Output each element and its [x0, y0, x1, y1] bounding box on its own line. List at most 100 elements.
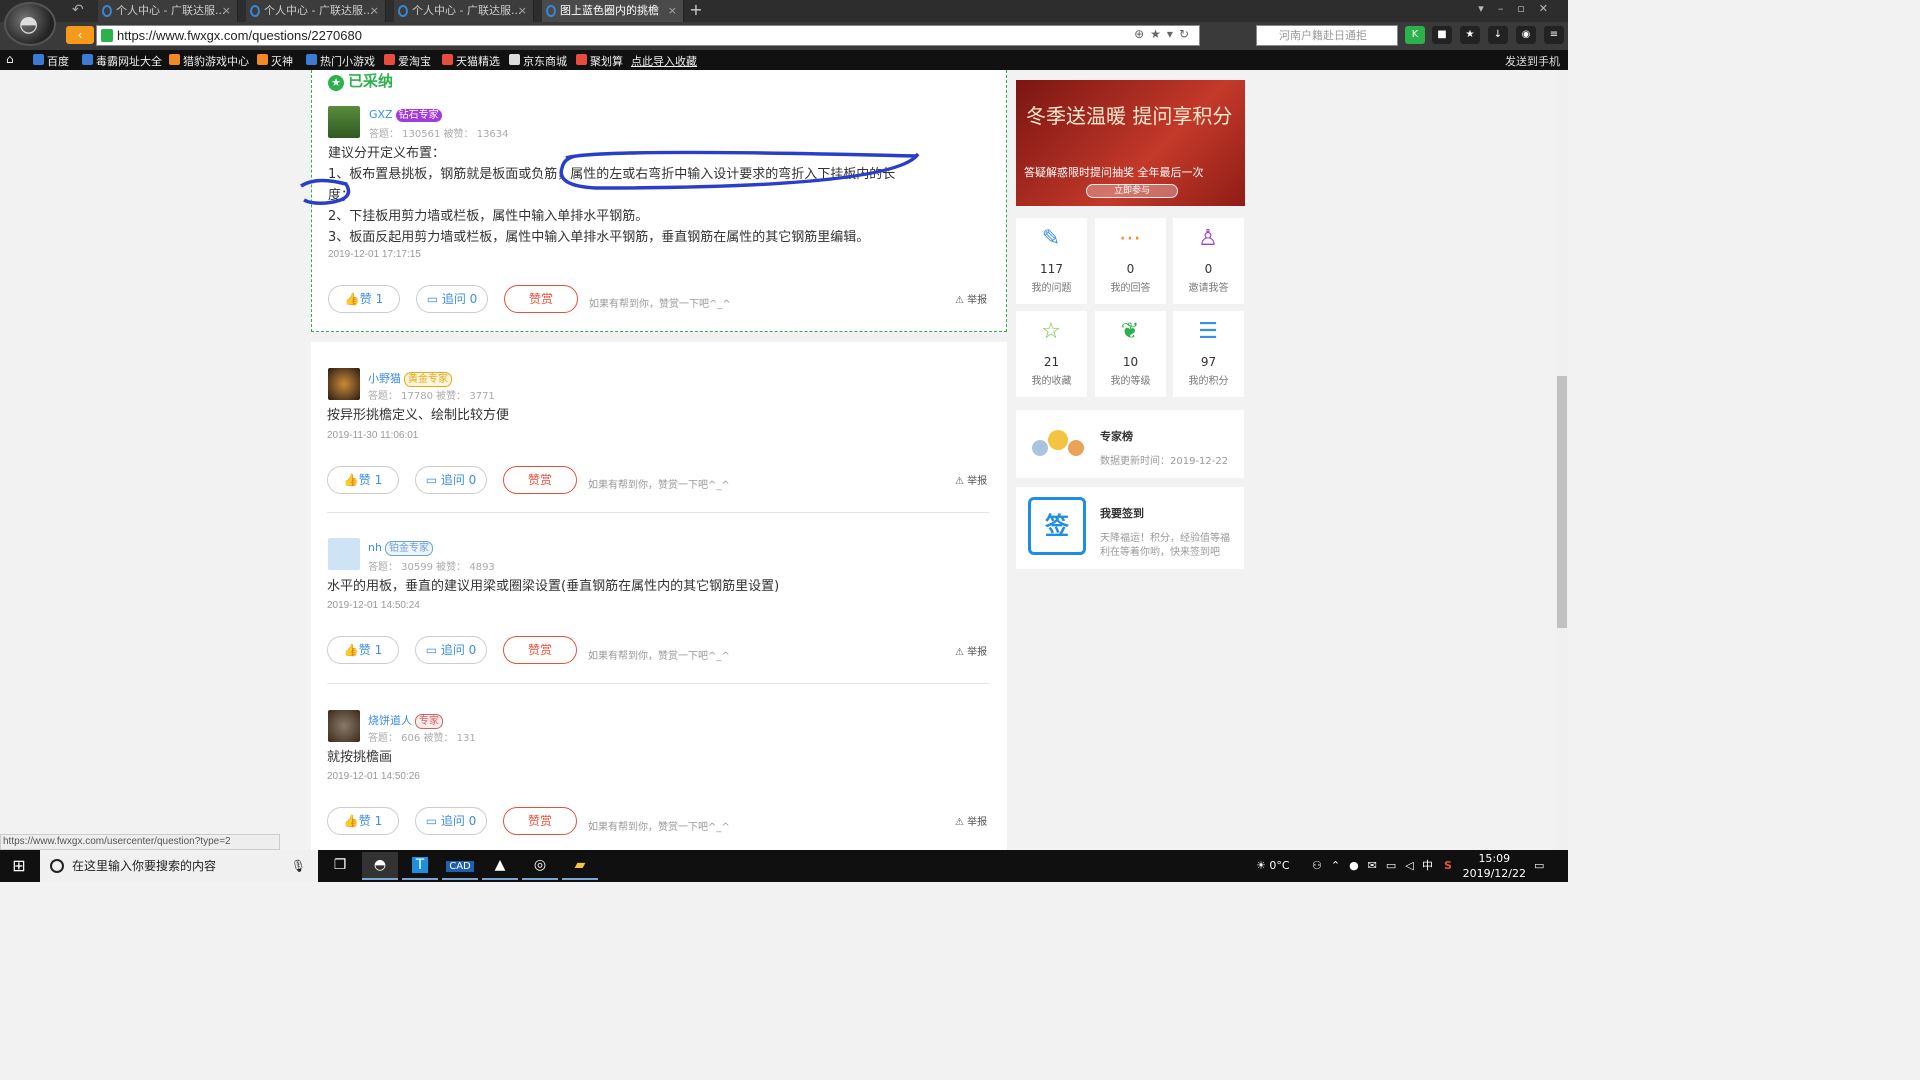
reward-button[interactable]: 赞赏: [503, 636, 577, 664]
bookmark-icon: [306, 54, 317, 65]
like-button[interactable]: 👍赞 1: [327, 466, 399, 494]
mic-icon[interactable]: 🎙: [291, 850, 306, 882]
followup-button[interactable]: ▭ 追问 0: [415, 466, 487, 494]
page-scrollbar[interactable]: [1556, 70, 1568, 850]
like-button[interactable]: 👍赞 1: [327, 636, 399, 664]
menu-icon[interactable]: ≡: [1544, 26, 1564, 44]
browser-tab-1[interactable]: 个人中心 - 广联达服... ×: [98, 0, 238, 22]
reward-button[interactable]: 赞赏: [503, 466, 577, 494]
bookmark-icon: [257, 54, 268, 65]
bookmark-item[interactable]: 聚划算: [576, 53, 623, 69]
home-icon[interactable]: ⌂: [6, 52, 14, 66]
window-controls[interactable]: ▾–▫✕: [1478, 2, 1562, 15]
photos-app-icon[interactable]: ▲: [482, 852, 518, 880]
sign-desc: 天降福运！积分，经验值等福: [1100, 533, 1230, 544]
bookmark-item[interactable]: 京东商城: [509, 53, 567, 69]
browser-tab-2[interactable]: 个人中心 - 广联达服... ×: [246, 0, 386, 22]
bookmark-item[interactable]: 百度: [33, 53, 69, 69]
answer-user[interactable]: 烧饼道人 专家: [368, 712, 443, 729]
bookmark-item[interactable]: 爱淘宝: [384, 53, 431, 69]
report-link[interactable]: ⚠ 举报: [955, 472, 987, 487]
answer-user[interactable]: nh 铂金专家: [368, 541, 433, 556]
stat-favorites[interactable]: ☆ 21 我的收藏: [1016, 311, 1087, 397]
new-tab-button[interactable]: +: [686, 0, 706, 22]
url-bar[interactable]: https://www.fwxgx.com/questions/2270680 …: [96, 25, 1200, 46]
avatar[interactable]: [328, 368, 360, 400]
game-app-icon[interactable]: ◎: [522, 852, 558, 880]
blue-annotation-circle: [300, 150, 920, 205]
back-button[interactable]: ‹: [66, 26, 94, 44]
report-link[interactable]: ⚠ 举报: [955, 643, 987, 658]
browser-app-icon[interactable]: ◓: [362, 852, 398, 880]
bookmark-item[interactable]: 热门小游戏: [306, 53, 375, 69]
stat-my-answers[interactable]: ⋯ 0 我的回答: [1095, 218, 1166, 304]
tab-close-icon[interactable]: ×: [668, 0, 677, 22]
avatar[interactable]: [328, 710, 360, 742]
game-icon[interactable]: ◉: [1516, 26, 1536, 44]
browser-tab-3[interactable]: 个人中心 - 广联达服... ×: [394, 0, 534, 22]
scrollbar-thumb[interactable]: [1557, 376, 1567, 628]
tab-close-icon[interactable]: ×: [222, 0, 231, 22]
ime-indicator[interactable]: 中: [1422, 850, 1433, 882]
tab-close-icon[interactable]: ×: [518, 0, 527, 22]
favorites-icon[interactable]: ★: [1460, 26, 1480, 44]
answer-date: 2019-12-01 14:50:24: [327, 600, 420, 611]
sogou-ime-icon[interactable]: S: [1444, 850, 1452, 882]
task-view-icon[interactable]: ❐: [322, 852, 358, 880]
kingsoft-icon[interactable]: K: [1405, 26, 1425, 44]
answer-user[interactable]: 小野猫 黄金专家: [368, 370, 452, 387]
tab-favicon-icon: [250, 5, 260, 17]
bookmark-icon: [384, 54, 395, 65]
reward-button[interactable]: 赞赏: [503, 807, 577, 835]
tab-close-icon[interactable]: ×: [370, 0, 379, 22]
promo-banner[interactable]: 冬季送温暖 提问享积分 答疑解惑限时提问抽奖 全年最后一次 立即参与: [1016, 80, 1245, 206]
like-button[interactable]: 👍赞 1: [328, 285, 400, 313]
send-to-phone-button[interactable]: 发送到手机: [1505, 53, 1560, 69]
avatar[interactable]: [328, 106, 360, 138]
calendar-sign-icon: 签: [1028, 497, 1086, 555]
expert-badge: 钻石专家: [395, 109, 442, 122]
taskbar-clock[interactable]: 15:09 2019/12/22: [1463, 851, 1526, 881]
avatar[interactable]: [328, 538, 360, 570]
answer-user[interactable]: GXZ 钻石专家: [369, 108, 442, 122]
taskbar-search[interactable]: 在这里输入你要搜索的内容 🎙: [40, 850, 318, 882]
url-text[interactable]: https://www.fwxgx.com/questions/2270680: [117, 27, 362, 44]
stat-invited[interactable]: ♙ 0 邀请我答: [1173, 218, 1244, 304]
like-button[interactable]: 👍赞 1: [327, 807, 399, 835]
stat-points[interactable]: ☰ 97 我的积分: [1173, 311, 1244, 397]
explorer-app-icon[interactable]: ▰: [562, 852, 598, 880]
expert-rank-card[interactable]: 专家榜 数据更新时间：2019-12-22: [1016, 410, 1244, 478]
star-icon: ☆: [1041, 319, 1061, 344]
notification-icon[interactable]: ▭: [1534, 850, 1544, 882]
search-input[interactable]: 河南户籍赴日通拒: [1256, 25, 1398, 46]
bookmark-item[interactable]: 灭神: [257, 53, 293, 69]
bookmark-item[interactable]: 猎豹游戏中心: [169, 53, 249, 69]
import-bookmarks-link[interactable]: 点此导入收藏: [617, 53, 697, 69]
bookmark-item[interactable]: 毒霸网址大全: [82, 53, 162, 69]
download-icon[interactable]: ↓: [1488, 26, 1508, 44]
reward-button[interactable]: 赞赏: [504, 285, 578, 313]
windows-start-icon[interactable]: ⊞: [0, 850, 38, 882]
leaf-icon: ❦: [1120, 319, 1140, 344]
followup-button[interactable]: ▭ 追问 0: [415, 636, 487, 664]
followup-button[interactable]: ▭ 追问 0: [416, 285, 488, 313]
sign-in-card[interactable]: 签 我要签到 天降福运！积分，经验值等福 利在等着你哟，快来签到吧: [1016, 487, 1244, 569]
report-link[interactable]: ⚠ 举报: [955, 813, 987, 828]
text-app-icon[interactable]: T: [402, 852, 438, 880]
cad-app-icon[interactable]: CAD: [442, 852, 478, 880]
banner-button[interactable]: 立即参与: [1086, 184, 1178, 198]
followup-button[interactable]: ▭ 追问 0: [415, 807, 487, 835]
url-actions[interactable]: ⊕★▾↻: [1134, 27, 1195, 41]
answer-date: 2019-12-01 17:17:15: [328, 249, 421, 260]
undo-close-icon[interactable]: ↶: [72, 2, 84, 18]
lock-toolbar-icon[interactable]: ■: [1432, 26, 1452, 44]
browser-tab-active[interactable]: 图上蓝色圈内的挑檐 ×: [542, 0, 684, 22]
stat-my-questions[interactable]: ✎ 117 我的问题: [1016, 218, 1087, 304]
browser-logo-icon[interactable]: ◓: [4, 2, 56, 46]
stat-level[interactable]: ❦ 10 我的等级: [1095, 311, 1166, 397]
weather-icon[interactable]: ☀ 0°C: [1256, 850, 1290, 882]
bookmark-item[interactable]: 天猫精选: [442, 53, 500, 69]
answer-text: 按异形挑檐定义、绘制比较方便: [327, 408, 510, 423]
report-link[interactable]: ⚠ 举报: [955, 291, 987, 306]
tray-icons[interactable]: ⚇⌃●✉▭◁: [1312, 850, 1423, 882]
